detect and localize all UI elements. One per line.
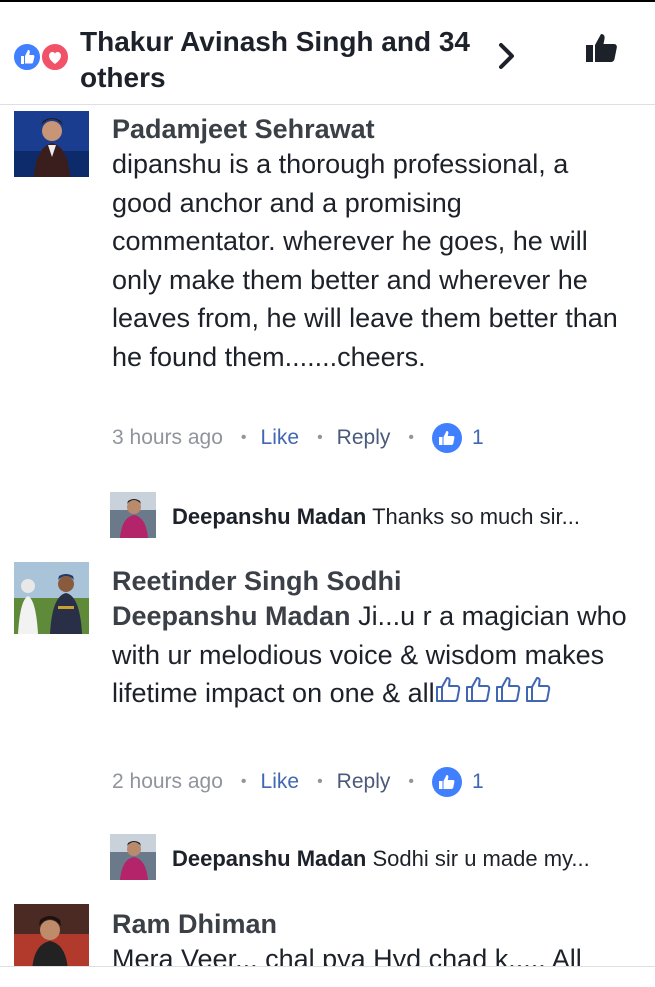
- reply-item: Deepanshu Madan Sodhi sir u made my...: [0, 830, 655, 886]
- reply-author[interactable]: Deepanshu Madan: [172, 504, 366, 529]
- reaction-icons[interactable]: [12, 40, 76, 76]
- like-reaction-icon: [12, 42, 42, 72]
- comment-actions: 3 hours ago • Like • Reply • 1: [112, 423, 484, 453]
- thumbs-up-icon[interactable]: [584, 30, 620, 66]
- bottom-bar: [0, 967, 655, 987]
- separator-dot: •: [317, 429, 323, 446]
- comment-text: Deepanshu Madan Ji...u r a magician who …: [112, 597, 632, 716]
- avatar[interactable]: [14, 904, 89, 966]
- separator-dot: •: [240, 429, 247, 446]
- comment-item: Reetinder Singh Sodhi Deepanshu Madan Ji…: [0, 557, 655, 827]
- separator-dot: •: [408, 429, 414, 446]
- like-count[interactable]: 1: [472, 768, 484, 796]
- separator-dot: •: [408, 773, 414, 790]
- comment-text: Mera Veer... chal pya Hyd chad k..... Al…: [112, 944, 582, 966]
- reactions-summary-title[interactable]: Thakur Avinash Singh and 34 others: [80, 24, 480, 96]
- comment-body: dipanshu is a thorough professional, a g…: [112, 149, 618, 372]
- love-reaction-icon: [40, 42, 70, 72]
- reply-text[interactable]: Sodhi sir u made my...: [373, 846, 590, 871]
- avatar[interactable]: [14, 111, 89, 177]
- comment-item: Ram Dhiman Mera Veer... chal pya Hyd cha…: [0, 900, 655, 966]
- separator-dot: •: [240, 773, 247, 790]
- avatar[interactable]: [14, 562, 89, 634]
- comment-author[interactable]: Reetinder Singh Sodhi: [112, 565, 402, 597]
- comment-item: Padamjeet Sehrawat dipanshu is a thoroug…: [0, 105, 655, 485]
- top-edge-line: [0, 0, 655, 2]
- reply-item: Deepanshu Madan Thanks so much sir...: [0, 488, 655, 544]
- like-count-icon[interactable]: [431, 767, 462, 797]
- separator-dot: •: [317, 773, 323, 790]
- like-button[interactable]: Like: [261, 768, 300, 796]
- like-button[interactable]: Like: [261, 424, 300, 452]
- thumbs-up-outline-icon: [435, 675, 555, 716]
- reply-text[interactable]: Thanks so much sir...: [372, 504, 580, 529]
- comment-author[interactable]: Padamjeet Sehrawat: [112, 113, 375, 145]
- reply-button[interactable]: Reply: [337, 424, 391, 452]
- comment-author[interactable]: Ram Dhiman: [112, 908, 277, 940]
- comment-actions: 2 hours ago • Like • Reply • 1: [112, 767, 484, 797]
- comment-text: dipanshu is a thorough professional, a g…: [112, 145, 632, 377]
- like-count[interactable]: 1: [472, 424, 484, 452]
- reply-content: Deepanshu Madan Thanks so much sir...: [172, 502, 580, 532]
- avatar[interactable]: [110, 492, 156, 538]
- avatar[interactable]: [110, 834, 156, 880]
- reactions-header[interactable]: Thakur Avinash Singh and 34 others: [0, 0, 655, 105]
- comment-timestamp: 2 hours ago: [112, 770, 223, 793]
- chevron-right-icon[interactable]: [494, 40, 520, 72]
- mention-link[interactable]: Deepanshu Madan: [112, 601, 351, 631]
- reply-button[interactable]: Reply: [337, 768, 391, 796]
- reply-author[interactable]: Deepanshu Madan: [172, 846, 366, 871]
- comment-timestamp: 3 hours ago: [112, 426, 223, 449]
- reply-content: Deepanshu Madan Sodhi sir u made my...: [172, 844, 590, 874]
- like-count-icon[interactable]: [431, 423, 462, 453]
